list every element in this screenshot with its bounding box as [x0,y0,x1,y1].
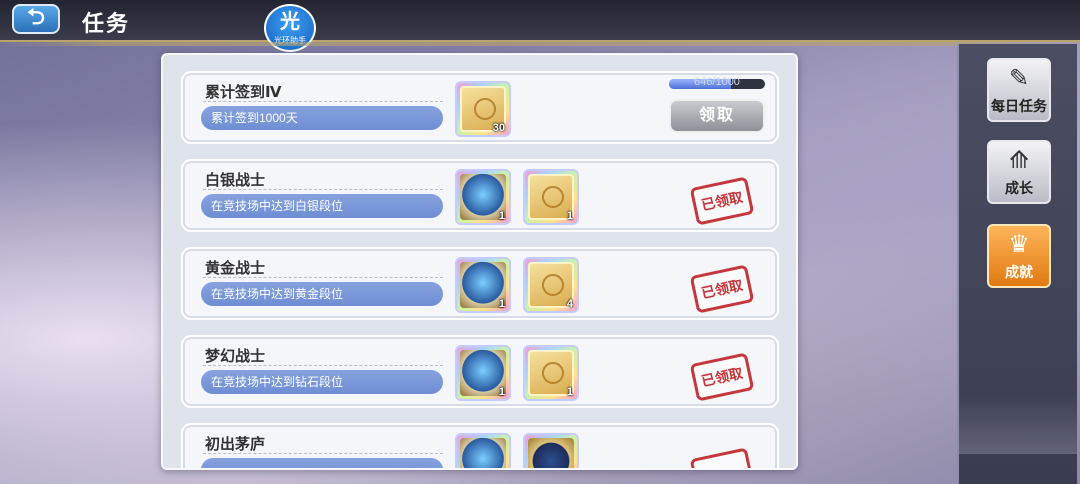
sidebar-item-growth[interactable]: ⟰ 成长 [987,140,1051,204]
daily-task-icon: ✎ [1008,65,1030,92]
task-desc: 在竞技场中达到白银段位 [201,194,443,218]
reward-count: 1 [498,210,505,222]
reward-gold-card[interactable]: 1 [523,345,579,401]
claimed-stamp: 已领取 [689,352,755,402]
reward-shield[interactable]: 1 [455,169,511,225]
reward-count: 30 [492,122,505,134]
reward-shield[interactable] [455,433,511,468]
reward-shield[interactable]: 1 [455,345,511,401]
back-button[interactable]: ⮌ [12,4,60,34]
divider [203,101,443,102]
page-title: 任务 [82,11,131,36]
sidebar-item-label: 每日任务 [991,98,1047,114]
sidebar-item-label: 成就 [1005,264,1033,280]
divider [203,277,443,278]
sidebar-ornament [959,394,1077,454]
sidebar-item-daily-tasks[interactable]: ✎ 每日任务 [987,58,1051,122]
helper-text: 光环助手 [274,36,306,45]
task-title: 初出茅庐 [205,436,266,453]
helper-badge[interactable]: 光 光环助手 [264,4,316,52]
task-title: 白银战士 [205,172,266,189]
back-arrow-icon: ⮌ [27,4,45,29]
claim-button[interactable]: 领取 [669,99,765,133]
reward-gold-card[interactable]: 1 [523,169,579,225]
task-desc: 在竞技场中达到钻石段位 [201,370,443,394]
task-title: 黄金战士 [205,260,266,277]
helper-glyph: 光 [280,11,300,33]
progress-text: 646/1000 [694,76,740,88]
reward-count: 1 [498,298,505,310]
emblem-icon [528,438,574,468]
reward-count: 1 [566,210,573,222]
claimed-stamp: 已领取 [689,264,755,314]
achievement-icon: ♛ [1008,231,1030,258]
top-bar: ⮌ 任务 光 光环助手 [0,0,1080,52]
sidebar-item-label: 成长 [1005,180,1033,196]
growth-icon: ⟰ [1008,147,1030,174]
reward-shield[interactable]: 1 [455,257,511,313]
reward-count: 1 [566,386,573,398]
divider [203,453,443,454]
task-desc: 在竞技场中达到黄金段位 [201,282,443,306]
task-title: 梦幻战士 [205,348,266,365]
sidebar: ✎ 每日任务 ⟰ 成长 ♛ 成就 [957,44,1077,484]
task-panel[interactable]: 累计签到Ⅳ 累计签到1000天 30 646/1000 领取 白银战士 在竞技场… [161,53,798,470]
task-row: 白银战士 在竞技场中达到白银段位 1 1 已领取 [181,159,779,232]
reward-gold-card[interactable]: 4 [523,257,579,313]
task-desc: 累计签到1000天 [201,106,443,130]
reward-emblem[interactable] [523,433,579,468]
task-row: 累计签到Ⅳ 累计签到1000天 30 646/1000 领取 [181,71,779,144]
claimed-stamp [689,447,755,468]
shield-icon [460,438,506,468]
claimed-stamp: 已领取 [689,176,755,226]
task-row: 梦幻战士 在竞技场中达到钻石段位 1 1 已领取 [181,335,779,408]
task-title: 累计签到Ⅳ [205,84,282,101]
task-row: 初出茅庐 [181,423,779,468]
divider [203,365,443,366]
sidebar-item-achievement[interactable]: ♛ 成就 [987,224,1051,288]
reward-count: 4 [566,298,573,310]
task-row: 黄金战士 在竞技场中达到黄金段位 1 4 已领取 [181,247,779,320]
reward-gold-card[interactable]: 30 [455,81,511,137]
reward-count: 1 [498,386,505,398]
divider [203,189,443,190]
task-desc [201,458,443,468]
